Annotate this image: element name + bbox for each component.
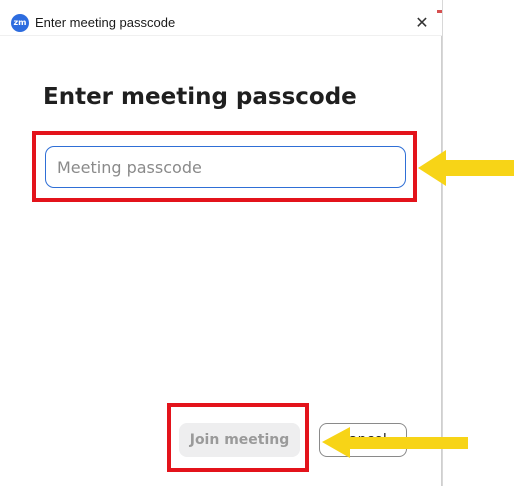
- meeting-passcode-input[interactable]: [45, 146, 406, 188]
- passcode-dialog: zm Enter meeting passcode ✕ Enter meetin…: [0, 0, 442, 486]
- cancel-button[interactable]: Cancel: [319, 423, 407, 457]
- window-corner-mark: [437, 10, 442, 13]
- join-meeting-button[interactable]: Join meeting: [179, 423, 300, 457]
- zoom-app-icon: zm: [11, 14, 29, 32]
- window-edge-divider: [442, 0, 443, 486]
- window-title: Enter meeting passcode: [35, 15, 176, 30]
- title-bar: zm Enter meeting passcode ✕: [0, 0, 442, 36]
- dialog-heading: Enter meeting passcode: [43, 84, 357, 110]
- screenshot-stage: zm Enter meeting passcode ✕ Enter meetin…: [0, 0, 516, 486]
- close-icon[interactable]: ✕: [410, 12, 434, 34]
